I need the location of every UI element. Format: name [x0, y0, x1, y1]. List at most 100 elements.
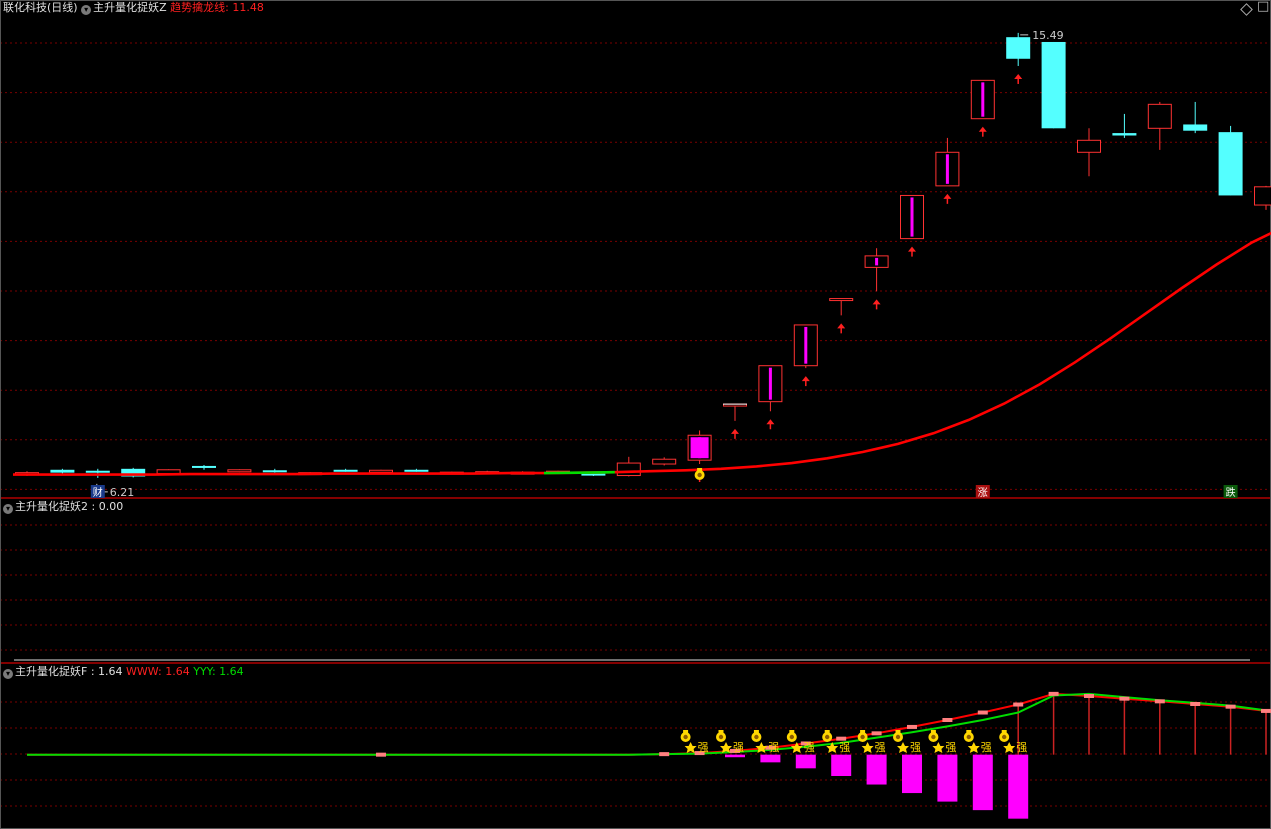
trend-line	[13, 231, 1271, 476]
up-arrow-head	[1014, 73, 1023, 79]
money-bag-icon	[751, 730, 762, 742]
panel2-label[interactable]: 主升量化捉妖2	[15, 500, 88, 513]
money-bag-icon	[963, 730, 974, 742]
collapse-icon[interactable]: ▾	[3, 504, 13, 514]
candle-body	[369, 469, 393, 473]
candle-body	[1077, 139, 1101, 153]
money-bag-icon	[753, 730, 759, 733]
f-cap	[1261, 708, 1271, 713]
candle	[333, 468, 358, 472]
f-cap	[376, 752, 386, 757]
panel3-header: ▾ 主升量化捉妖F : 1.64 WWW: 1.64 YYY: 1.64	[3, 665, 244, 679]
money-bag-icon	[928, 730, 939, 742]
www-value: 1.64	[165, 665, 190, 678]
candle-body	[262, 470, 287, 473]
indicator-name[interactable]: 主升量化捉妖Z	[93, 1, 167, 14]
high-price-label: 15.49	[1032, 29, 1064, 42]
strong-signal-label: 强	[1016, 741, 1027, 754]
candle	[723, 403, 747, 421]
candle	[970, 79, 995, 120]
f-cap	[907, 724, 917, 729]
candle-body	[192, 465, 216, 468]
money-bag-icon	[857, 730, 868, 742]
money-bag-icon	[718, 734, 724, 740]
sub-gridlines	[0, 0, 1271, 829]
up-arrow-head	[837, 323, 846, 329]
strength-core	[875, 257, 879, 266]
money-bag-icon	[966, 734, 971, 740]
candle	[1006, 32, 1031, 66]
money-bag-icon	[718, 730, 724, 733]
money-bag-icon	[789, 730, 795, 733]
candle-body	[227, 469, 252, 473]
money-bag-icon	[822, 730, 833, 742]
up-arrow-head	[766, 419, 775, 425]
candle-body	[1006, 37, 1031, 59]
trend-label: 趋势擒龙线	[170, 1, 226, 14]
strong-signal-label: 强	[945, 741, 956, 754]
window-icon[interactable]: □	[1257, 0, 1269, 14]
f-cap	[659, 752, 670, 757]
candlestick-series	[15, 32, 1271, 478]
f-neg-bar	[866, 754, 887, 785]
money-bag-icon	[931, 734, 936, 740]
candle-body	[1218, 132, 1243, 196]
stock-name[interactable]: 联化科技(日线)	[3, 1, 78, 14]
money-bag-icon	[754, 734, 759, 740]
yyy-label: YYY	[193, 665, 212, 678]
strength-core	[981, 82, 985, 117]
trend-value: 11.48	[232, 1, 264, 14]
money-bag-icon	[895, 734, 901, 740]
money-bag-icon	[893, 730, 903, 742]
strong-signal-label: 强	[804, 741, 815, 754]
collapse-icon[interactable]: ▾	[3, 669, 13, 679]
main-gridlines	[0, 42, 1271, 490]
up-arrow-head	[943, 193, 952, 199]
panel3-label[interactable]: 主升量化捉妖F	[15, 665, 87, 678]
strong-signal-label: 强	[981, 741, 992, 754]
candle	[262, 468, 287, 473]
breakout-fill	[690, 437, 709, 459]
f-neg-bar	[1008, 754, 1029, 819]
money-bag-icon	[683, 734, 688, 740]
stock-chart[interactable]: 15.49 6.21 财 涨 跌 强 强 强 强 强 强 强 强 强 强	[0, 0, 1271, 829]
f-cap	[1225, 704, 1236, 709]
candle	[900, 194, 924, 240]
panel2-value: 0.00	[98, 500, 124, 513]
candle-body	[85, 470, 110, 473]
www-label: WWW	[126, 665, 159, 678]
strong-signal-label: 强	[733, 741, 744, 754]
f-neg-bar	[972, 754, 993, 811]
candle	[1077, 128, 1101, 177]
candle-body	[404, 469, 429, 472]
candle	[829, 298, 854, 316]
strong-signal-label: 强	[698, 741, 709, 754]
up-arrow-head	[908, 246, 916, 252]
strong-signal-label: 强	[875, 741, 886, 754]
money-bag-icon	[789, 734, 794, 740]
candle-body	[829, 298, 854, 302]
collapse-icon[interactable]: ▾	[81, 5, 92, 15]
money-bag-icon	[680, 730, 691, 742]
f-cap	[871, 731, 882, 736]
f-cap	[942, 718, 953, 722]
up-arrow-head	[801, 376, 810, 382]
money-bag-icon	[786, 730, 797, 742]
main-header: 联化科技(日线) ▾ 主升量化捉妖Z 趋势擒龙线: 11.48	[3, 1, 264, 15]
zhang-marker-text: 涨	[978, 487, 988, 499]
money-bag-icon	[860, 730, 866, 733]
money-bag-icon	[895, 730, 901, 733]
cai-marker-text: 财	[93, 486, 103, 499]
candle	[758, 365, 783, 412]
candle-body	[1183, 124, 1208, 131]
f-neg-bar	[760, 754, 781, 763]
up-arrow-head	[731, 428, 739, 434]
candle	[1041, 41, 1066, 129]
strength-core	[945, 154, 949, 184]
money-bag-icon	[860, 734, 865, 740]
money-bag-icon	[825, 734, 830, 740]
f-neg-bar	[725, 754, 745, 758]
strength-core	[910, 197, 914, 237]
www-line	[27, 692, 1271, 756]
frame	[0, 0, 1271, 829]
